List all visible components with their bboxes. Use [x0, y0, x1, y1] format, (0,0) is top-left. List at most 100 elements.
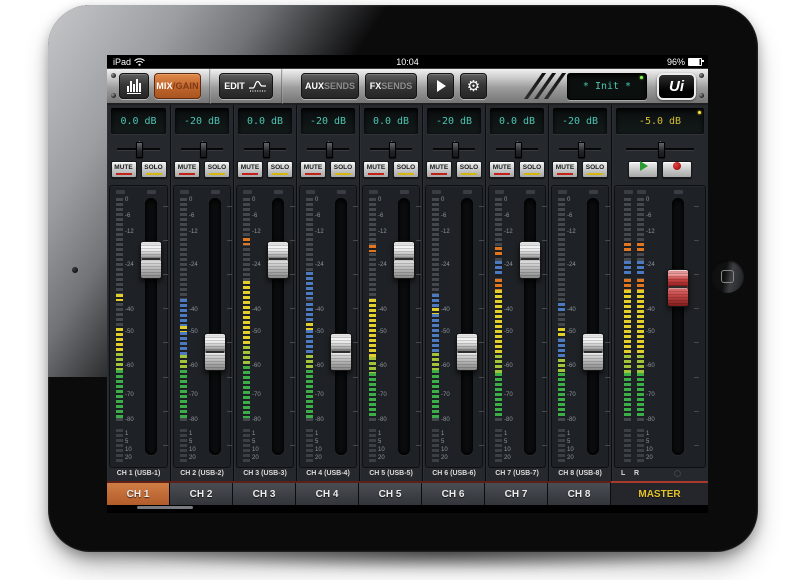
mix-gain-button[interactable]: MIX/GAIN — [154, 73, 201, 99]
balance-thumb[interactable] — [658, 142, 665, 158]
solo-button[interactable]: SOLO — [204, 161, 230, 178]
fader-track[interactable] — [461, 198, 473, 455]
solo-button[interactable]: SOLO — [330, 161, 356, 178]
pan-thumb[interactable] — [578, 142, 585, 158]
mute-button[interactable]: MUTE — [363, 161, 389, 178]
fader-track[interactable] — [524, 198, 536, 455]
cap-hint-icon — [337, 190, 346, 194]
pan-thumb[interactable] — [200, 142, 207, 158]
pan-slider[interactable] — [489, 135, 545, 159]
master-record-button[interactable] — [662, 161, 692, 178]
pan-thumb[interactable] — [326, 142, 333, 158]
scale-label: -50 — [441, 329, 450, 335]
tick-mark — [290, 274, 295, 275]
tick-mark — [479, 377, 484, 378]
pan-slider[interactable] — [300, 135, 356, 159]
tick-mark — [353, 206, 358, 207]
player-button[interactable] — [427, 73, 454, 99]
master-lr-labels: LR — [612, 468, 708, 481]
pan-slider[interactable] — [237, 135, 293, 159]
tab-master[interactable]: MASTER — [611, 483, 708, 505]
solo-button[interactable]: SOLO — [582, 161, 608, 178]
solo-button[interactable]: SOLO — [519, 161, 545, 178]
fader-track[interactable] — [145, 198, 157, 455]
mute-button[interactable]: MUTE — [111, 161, 137, 178]
pan-slider[interactable] — [110, 135, 167, 159]
solo-button[interactable]: SOLO — [141, 161, 167, 178]
tab-ch-1[interactable]: CH 1 — [107, 483, 170, 505]
settings-button[interactable]: ⚙ — [460, 73, 487, 99]
channel-level-meter — [558, 198, 565, 422]
tab-ch-8[interactable]: CH 8 — [548, 483, 611, 505]
fader-track[interactable] — [672, 198, 684, 455]
scale-label: -40 — [189, 307, 198, 313]
balance-slider[interactable] — [615, 135, 705, 159]
fader-cap[interactable] — [582, 333, 604, 371]
tick-mark — [227, 377, 232, 378]
mute-solo-row: MUTESOLO — [107, 161, 170, 183]
tab-ch-7[interactable]: CH 7 — [485, 483, 548, 505]
pan-slider[interactable] — [552, 135, 608, 159]
screen-footer — [107, 505, 708, 513]
fader-cap[interactable] — [456, 333, 478, 371]
fader-cap[interactable] — [393, 241, 415, 279]
tab-ch-2[interactable]: CH 2 — [170, 483, 233, 505]
pan-thumb[interactable] — [389, 142, 396, 158]
fader-track[interactable] — [335, 198, 347, 455]
fader-cap[interactable] — [267, 241, 289, 279]
mute-button[interactable]: MUTE — [174, 161, 200, 178]
solo-button[interactable]: SOLO — [456, 161, 482, 178]
tick-mark — [542, 274, 547, 275]
fader-track[interactable] — [587, 198, 599, 455]
meters-view-button[interactable] — [119, 73, 149, 99]
tab-ch-6[interactable]: CH 6 — [422, 483, 485, 505]
fader-cap[interactable] — [204, 333, 226, 371]
scroll-indicator[interactable] — [137, 506, 193, 509]
mute-underline-icon — [494, 173, 510, 175]
solo-button[interactable]: SOLO — [267, 161, 293, 178]
mute-button[interactable]: MUTE — [426, 161, 452, 178]
mute-button[interactable]: MUTE — [237, 161, 263, 178]
tab-ch-4[interactable]: CH 4 — [296, 483, 359, 505]
mute-label: MUTE — [367, 164, 385, 171]
pan-thumb[interactable] — [452, 142, 459, 158]
fader-track[interactable] — [209, 198, 221, 455]
mute-button[interactable]: MUTE — [552, 161, 578, 178]
aux-sends-button[interactable]: AUXSENDS — [301, 73, 359, 99]
scale-label: -24 — [125, 262, 134, 268]
channel-tab-bar: CH 1CH 2CH 3CH 4CH 5CH 6CH 7CH 8MASTER — [107, 481, 708, 505]
fx-sends-button[interactable]: FXSENDS — [365, 73, 417, 99]
fader-cap[interactable] — [519, 241, 541, 279]
pan-thumb[interactable] — [136, 142, 143, 158]
fader-track[interactable] — [398, 198, 410, 455]
master-play-button[interactable] — [628, 161, 658, 178]
pan-thumb[interactable] — [263, 142, 270, 158]
fader-cap[interactable] — [140, 241, 162, 279]
fader-cap[interactable] — [667, 269, 689, 307]
meter-segment-block — [637, 290, 644, 355]
pan-thumb[interactable] — [515, 142, 522, 158]
gr-scale-label: 10 — [125, 447, 132, 453]
mute-button[interactable]: MUTE — [300, 161, 326, 178]
scale-label: -24 — [441, 262, 450, 268]
pan-slider[interactable] — [363, 135, 419, 159]
solo-button[interactable]: SOLO — [393, 161, 419, 178]
tab-ch-5[interactable]: CH 5 — [359, 483, 422, 505]
mute-solo-row: MUTESOLO — [423, 161, 485, 183]
pan-slider[interactable] — [426, 135, 482, 159]
meter-segment-block — [306, 330, 313, 355]
tick-mark — [694, 240, 699, 241]
meter-segment-block — [432, 314, 439, 352]
mute-label: MUTE — [304, 164, 322, 171]
home-button[interactable] — [711, 260, 744, 293]
ui-logo-button[interactable]: Ui — [657, 73, 696, 100]
tick-mark — [542, 240, 547, 241]
pan-slider[interactable] — [174, 135, 230, 159]
meter-bars-icon — [127, 78, 141, 94]
edit-button[interactable]: EDIT — [219, 73, 273, 99]
fader-track[interactable] — [272, 198, 284, 455]
mute-button[interactable]: MUTE — [489, 161, 515, 178]
fader-cap[interactable] — [330, 333, 352, 371]
tab-ch-3[interactable]: CH 3 — [233, 483, 296, 505]
tick-mark — [694, 206, 699, 207]
